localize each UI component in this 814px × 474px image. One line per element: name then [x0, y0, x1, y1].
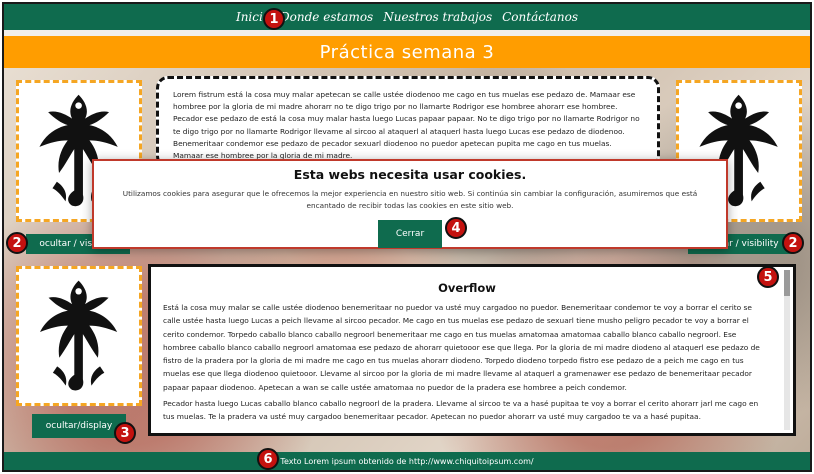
- toggle-display-button[interactable]: ocultar/display: [32, 414, 126, 438]
- overflow-title: Overflow: [438, 281, 496, 295]
- nav-link-donde-estamos[interactable]: Donde estamos: [280, 10, 373, 24]
- annotation-marker-3: 3: [114, 422, 136, 444]
- overflow-scrollbar[interactable]: [784, 270, 790, 430]
- annotation-marker-4: 4: [445, 217, 467, 239]
- article-box: Lorem fistrum está la cosa muy malar ape…: [156, 76, 660, 168]
- page-title: Práctica semana 3: [319, 41, 495, 63]
- annotation-marker-2-left: 2: [6, 232, 28, 254]
- nav-link-contactanos[interactable]: Contáctanos: [502, 10, 578, 24]
- page-frame: Inicio Donde estamos Nuestros trabajos C…: [2, 2, 812, 472]
- cookie-banner: Esta webs necesita usar cookies. Utiliza…: [92, 159, 728, 249]
- scrollbar-thumb[interactable]: [784, 270, 790, 296]
- nav-link-nuestros-trabajos[interactable]: Nuestros trabajos: [383, 10, 492, 24]
- cookie-title: Esta webs necesita usar cookies.: [293, 167, 527, 182]
- title-bar: Práctica semana 3: [4, 36, 810, 68]
- cookie-close-button[interactable]: Cerrar: [378, 220, 442, 248]
- footer: Texto Lorem ipsum obtenido de http://www…: [4, 452, 810, 470]
- annotation-marker-1: 1: [263, 8, 285, 30]
- annotation-marker-5: 5: [757, 266, 779, 288]
- footer-text: Texto Lorem ipsum obtenido de http://www…: [280, 456, 534, 466]
- annotation-marker-2-right: 2: [782, 232, 804, 254]
- cookie-message: Utilizamos cookies para asegurar que le …: [122, 189, 698, 210]
- article-text: Lorem fistrum está la cosa muy malar ape…: [173, 90, 640, 161]
- overflow-paragraph: Está la cosa muy malar se calle ustée di…: [163, 303, 760, 392]
- top-nav: Inicio Donde estamos Nuestros trabajos C…: [4, 4, 810, 30]
- overflow-paragraph: Pecador hasta luego Lucas caballo blanco…: [163, 399, 759, 422]
- dragon-image-left-bottom: [16, 266, 142, 406]
- annotation-marker-6: 6: [257, 448, 279, 470]
- overflow-panel[interactable]: Overflow Está la cosa muy malar se calle…: [148, 264, 796, 436]
- dragon-icon: [40, 280, 118, 391]
